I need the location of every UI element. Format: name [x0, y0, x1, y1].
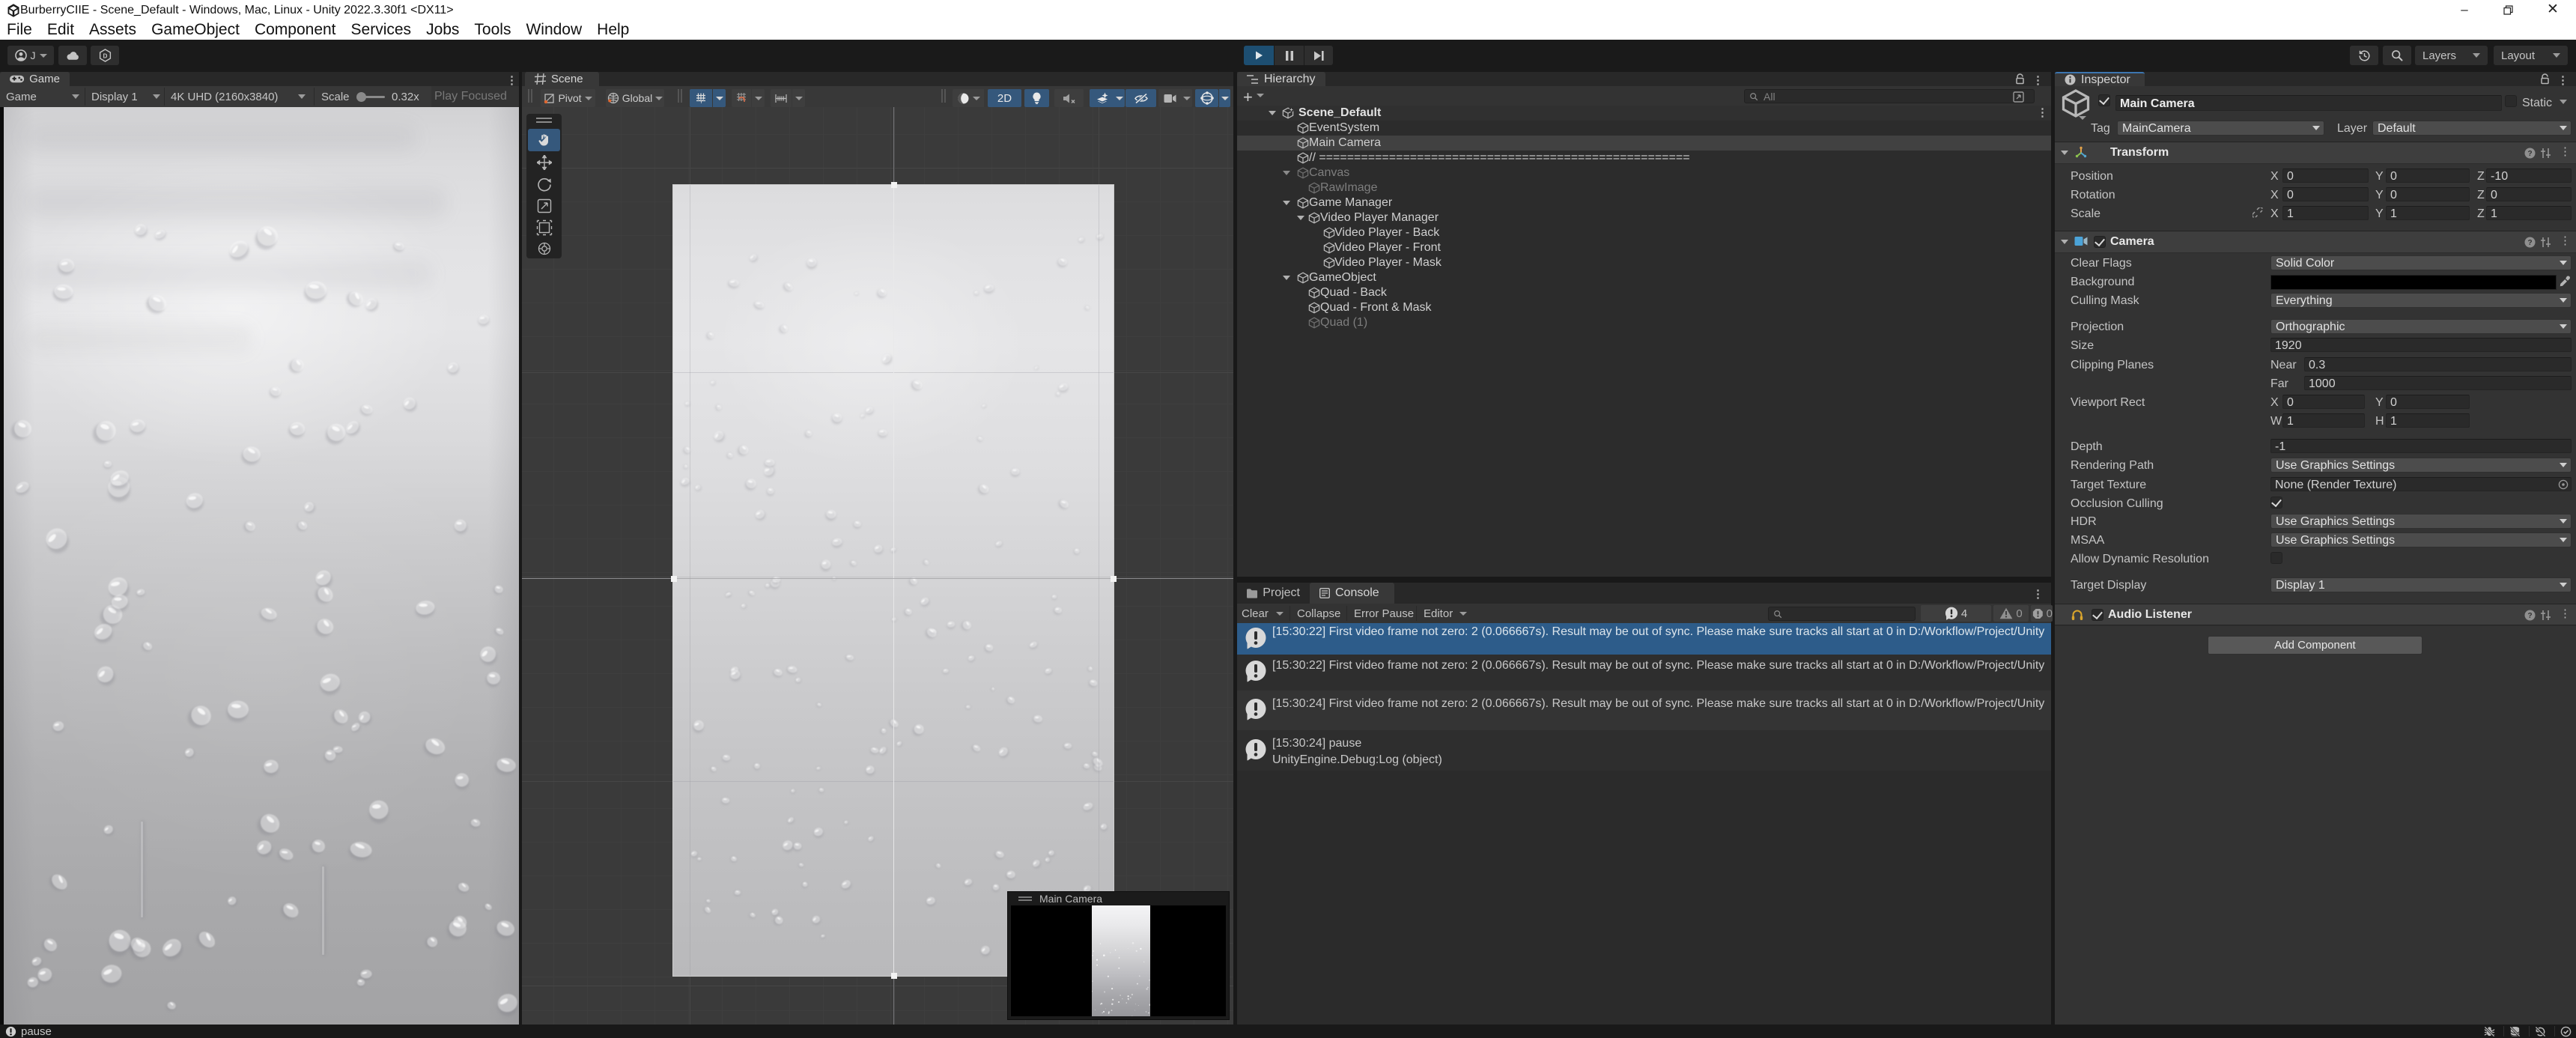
svg-text:?: ?	[2527, 150, 2532, 158]
svg-text:?: ?	[2527, 239, 2532, 247]
svg-text:?: ?	[2527, 612, 2532, 620]
svg-text:D: D	[103, 52, 107, 59]
svg-text:Y: Y	[699, 100, 703, 104]
